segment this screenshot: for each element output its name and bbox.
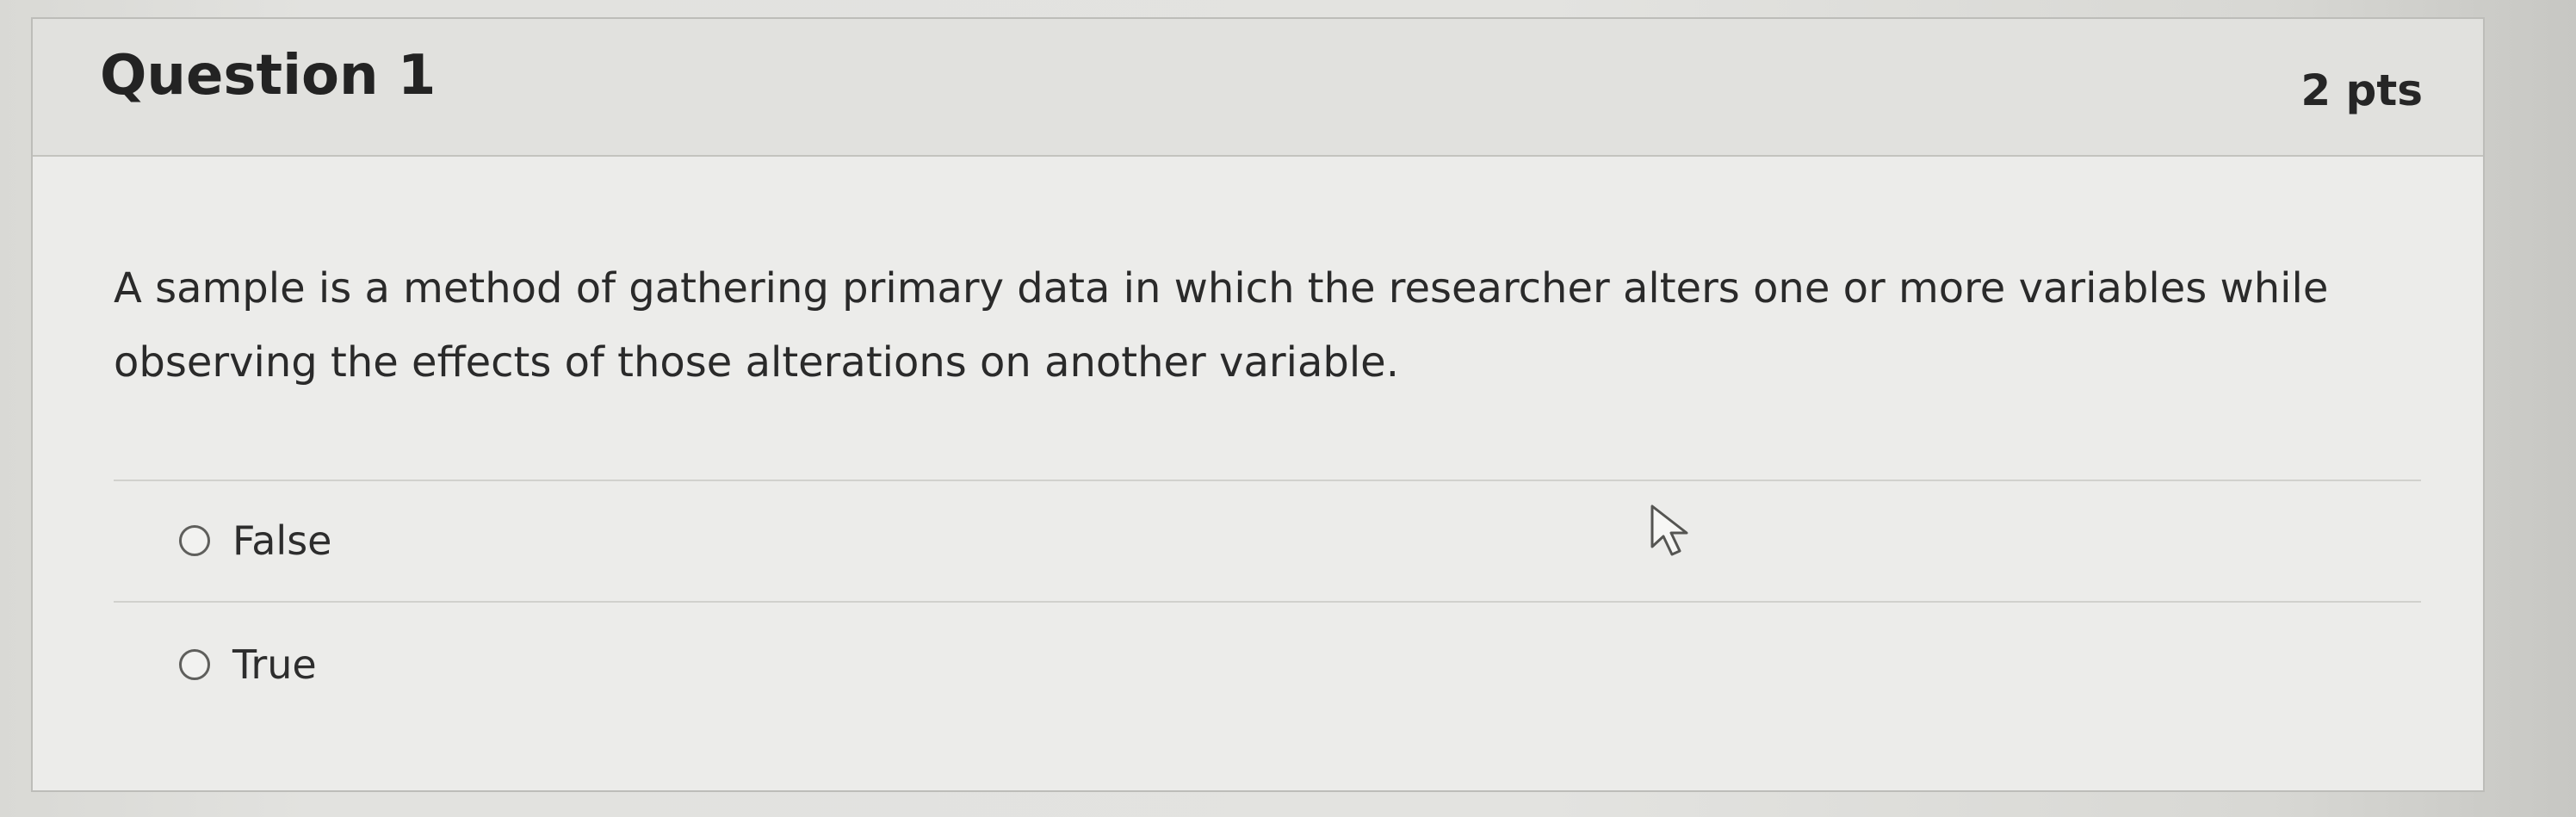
question-text-line-2: observing the effects of those alteratio… <box>114 338 1399 387</box>
radio-button-icon[interactable] <box>179 525 210 556</box>
mouse-pointer-icon <box>1650 504 1688 556</box>
question-title: Question 1 <box>100 44 437 108</box>
radio-button-icon[interactable] <box>179 649 210 680</box>
question-text: A sample is a method of gathering primar… <box>114 251 2395 399</box>
answer-label-true: True <box>232 641 317 688</box>
question-header: Question 1 2 pts <box>33 19 2483 157</box>
question-text-line-1: A sample is a method of gathering primar… <box>114 264 2329 313</box>
quiz-question-card: Question 1 2 pts A sample is a method of… <box>31 17 2485 792</box>
answer-label-false: False <box>232 517 332 564</box>
answer-option-false[interactable]: False <box>179 508 331 573</box>
answers-top-divider <box>114 480 2421 481</box>
answer-divider <box>114 601 2421 603</box>
answer-option-true[interactable]: True <box>179 632 317 697</box>
question-points: 2 pts <box>2300 65 2423 115</box>
